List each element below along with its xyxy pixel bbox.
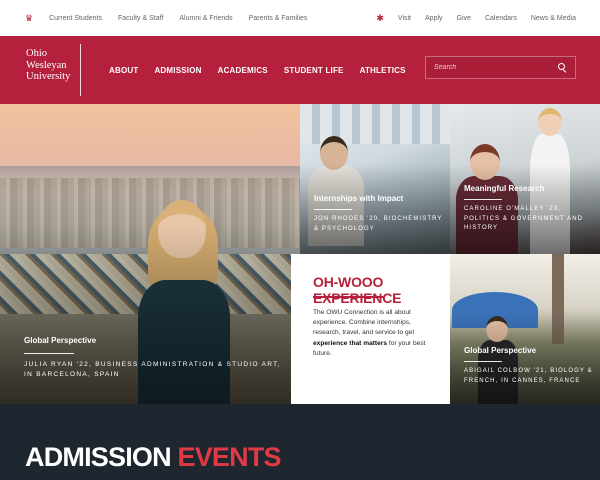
tile-title: Global Perspective xyxy=(24,336,97,345)
link-news-media[interactable]: News & Media xyxy=(531,15,576,22)
logo-line: Wesleyan xyxy=(26,59,67,71)
link-current-students[interactable]: Current Students xyxy=(49,15,102,22)
photo-face xyxy=(538,108,562,136)
nav-admission[interactable]: ADMISSION xyxy=(154,66,201,75)
tile-research[interactable]: Meaningful Research Caroline O'Malley '2… xyxy=(450,104,600,254)
nav-about[interactable]: ABOUT xyxy=(109,66,138,75)
main-nav: ABOUT ADMISSION ACADEMICS STUDENT LIFE A… xyxy=(109,36,406,104)
link-calendars[interactable]: Calendars xyxy=(485,15,517,22)
experience-panel: OH-WOOO EXPERIENCE The OWU Connection is… xyxy=(291,254,450,404)
caption-rule xyxy=(464,199,502,200)
link-faculty-staff[interactable]: Faculty & Staff xyxy=(118,15,163,22)
experience-title: OH-WOOO EXPERIENCE xyxy=(313,274,402,306)
heading-word: ADMISSION xyxy=(25,442,172,472)
link-apply[interactable]: Apply xyxy=(425,15,443,22)
tile-subtitle: Jon Rhodes '20, Biochemistry & Psycholog… xyxy=(314,216,443,232)
link-visit[interactable]: Visit xyxy=(398,15,411,22)
tile-caption: Global Perspective Julia Ryan '22, Busin… xyxy=(24,336,284,380)
search-input[interactable] xyxy=(434,64,558,71)
tile-subtitle: Julia Ryan '22, Business Administration … xyxy=(24,361,281,378)
action-links: ✱ Visit Apply Give Calendars News & Medi… xyxy=(376,0,576,36)
search-icon[interactable] xyxy=(558,63,567,72)
admission-events-section: ADMISSION EVENTS xyxy=(0,404,600,480)
tile-global-perspective-cannes[interactable]: Global Perspective Abigail Colbow '21, B… xyxy=(450,254,600,404)
tile-title: Global Perspective xyxy=(464,346,537,355)
nav-academics[interactable]: ACADEMICS xyxy=(218,66,268,75)
nav-student-life[interactable]: STUDENT LIFE xyxy=(284,66,344,75)
logo-line: Ohio xyxy=(26,48,47,59)
experience-body: The OWU Connection is all about experien… xyxy=(313,308,438,359)
admission-events-heading: ADMISSION EVENTS xyxy=(25,442,282,473)
experience-highlight: experience that matters xyxy=(313,339,388,347)
gear-icon: ✱ xyxy=(376,12,384,23)
tile-subtitle: Caroline O'Malley '23, Politics & Govern… xyxy=(464,206,584,231)
experience-rule xyxy=(313,296,383,298)
link-give[interactable]: Give xyxy=(457,15,471,22)
university-logo[interactable]: Ohio Wesleyan University xyxy=(26,48,82,92)
tile-caption: Meaningful Research Caroline O'Malley '2… xyxy=(464,184,594,234)
tile-subtitle: Abigail Colbow '21, Biology & French, in… xyxy=(464,368,593,384)
link-parents-families[interactable]: Parents & Families xyxy=(249,15,308,22)
utility-bar: ♛ Current Students Faculty & Staff Alumn… xyxy=(0,0,600,36)
link-alumni-friends[interactable]: Alumni & Friends xyxy=(179,15,232,22)
logo-divider xyxy=(80,44,81,96)
nav-athletics[interactable]: ATHLETICS xyxy=(360,66,406,75)
tile-title: Meaningful Research xyxy=(464,184,545,193)
experience-text: The OWU Connection is all about experien… xyxy=(313,309,415,337)
tile-internships[interactable]: Internships with Impact Jon Rhodes '20, … xyxy=(300,104,450,254)
tile-caption: Global Perspective Abigail Colbow '21, B… xyxy=(464,346,594,386)
people-icon: ♛ xyxy=(25,12,34,23)
tile-global-perspective-barcelona[interactable]: Global Perspective Julia Ryan '22, Busin… xyxy=(0,104,300,404)
caption-rule xyxy=(314,209,352,210)
heading-word-accent: EVENTS xyxy=(177,442,282,472)
logo-line: University xyxy=(26,71,71,82)
caption-rule xyxy=(24,353,74,354)
main-header: Ohio Wesleyan University ABOUT ADMISSION… xyxy=(0,36,600,104)
tile-title: Internships with Impact xyxy=(314,194,404,203)
audience-links: ♛ Current Students Faculty & Staff Alumn… xyxy=(25,0,307,36)
tile-caption: Internships with Impact Jon Rhodes '20, … xyxy=(314,194,444,234)
caption-rule xyxy=(464,361,502,362)
search-box xyxy=(425,56,576,79)
